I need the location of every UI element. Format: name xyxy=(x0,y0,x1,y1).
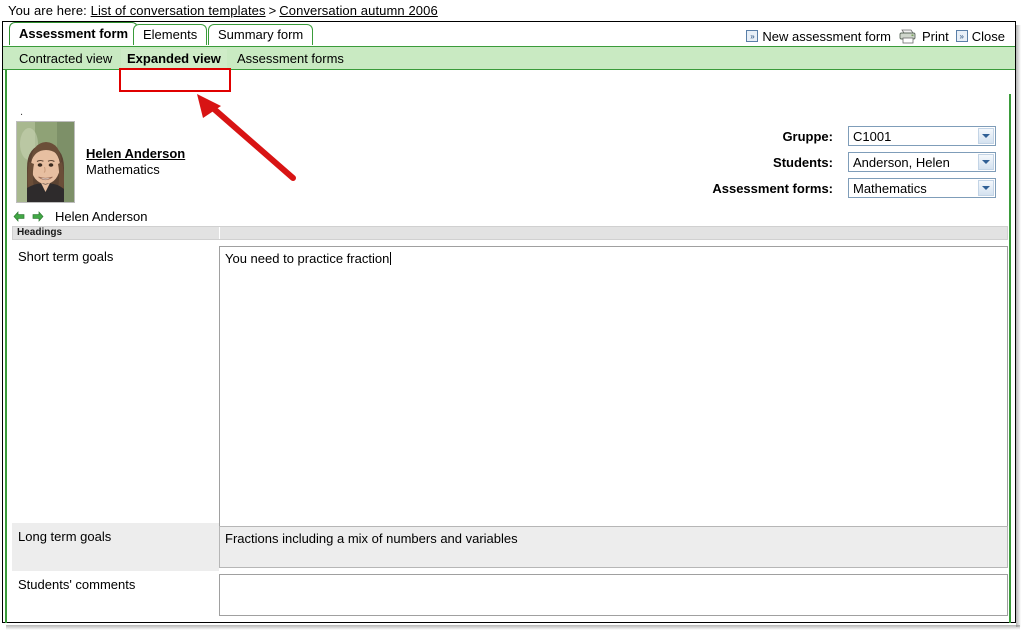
row-label-long-term-goals: Long term goals xyxy=(12,523,219,571)
text-caret xyxy=(390,252,392,265)
column-divider xyxy=(219,227,220,239)
close-button[interactable]: » Close xyxy=(955,28,1005,44)
right-accent-line xyxy=(1009,94,1011,623)
print-label: Print xyxy=(922,28,949,44)
table-header-bar: Headings xyxy=(12,226,1008,240)
short-term-goals-value: You need to practice fraction xyxy=(225,251,390,266)
tab-summary-form[interactable]: Summary form xyxy=(208,24,314,45)
chevron-double-right-icon: » xyxy=(746,30,759,42)
breadcrumb-prefix: You are here: xyxy=(8,3,87,18)
main-window: Assessment form Elements Summary form » … xyxy=(2,21,1016,623)
students-label: Students: xyxy=(773,155,833,170)
application-root: You are here: List of conversation templ… xyxy=(0,0,1024,632)
window-shadow-right xyxy=(1016,25,1021,627)
action-bar: » New assessment form Print » Close xyxy=(746,26,1005,46)
students-comments-textarea[interactable] xyxy=(219,574,1008,616)
gruppe-select[interactable]: C1001 xyxy=(848,126,996,146)
breadcrumb-link-templates[interactable]: List of conversation templates xyxy=(91,3,266,18)
student-subject: Mathematics xyxy=(86,162,160,177)
tab-elements[interactable]: Elements xyxy=(133,24,208,45)
sub-navigation-bar: Contracted view Expanded view Assessment… xyxy=(3,46,1015,70)
gruppe-label: Gruppe: xyxy=(782,129,833,144)
close-label: Close xyxy=(971,28,1005,44)
assessment-forms-select[interactable]: Mathematics xyxy=(848,178,996,198)
annotation-highlight-box xyxy=(119,68,231,92)
subnav-item-expanded-view[interactable]: Expanded view xyxy=(121,49,227,68)
new-assessment-form-label: New assessment form xyxy=(762,28,892,44)
student-name-link[interactable]: Helen Anderson xyxy=(86,146,185,161)
print-button[interactable]: Print xyxy=(898,29,949,44)
subnav-item-assessment-forms[interactable]: Assessment forms xyxy=(231,49,350,68)
assessment-forms-value: Mathematics xyxy=(853,181,927,196)
row-label-short-term-goals: Short term goals xyxy=(18,249,114,264)
gruppe-value: C1001 xyxy=(853,129,892,144)
student-dot: . xyxy=(20,106,24,118)
breadcrumb-link-conversation[interactable]: Conversation autumn 2006 xyxy=(279,3,438,18)
annotation-arrow-icon xyxy=(197,94,296,181)
short-term-goals-textarea[interactable]: You need to practice fraction xyxy=(219,246,1008,540)
tab-assessment-form[interactable]: Assessment form xyxy=(9,22,139,45)
chevron-double-right-icon: » xyxy=(955,30,968,42)
chevron-down-icon[interactable] xyxy=(978,180,994,196)
students-value: Anderson, Helen xyxy=(853,155,950,170)
arrow-left-icon[interactable] xyxy=(13,210,26,223)
pager-current-student: Helen Anderson xyxy=(55,209,148,224)
long-term-goals-field: Fractions including a mix of numbers and… xyxy=(219,526,1008,568)
left-accent-line xyxy=(5,70,7,623)
avatar xyxy=(16,121,75,203)
subnav-item-contracted-view[interactable]: Contracted view xyxy=(13,49,118,68)
printer-icon xyxy=(898,29,918,44)
chevron-down-icon[interactable] xyxy=(978,154,994,170)
window-shadow-bottom xyxy=(6,625,1020,630)
student-pager: Helen Anderson xyxy=(13,208,148,225)
breadcrumb: You are here: List of conversation templ… xyxy=(8,3,438,18)
row-label-students-comments: Students' comments xyxy=(18,577,136,592)
column-header-headings: Headings xyxy=(17,227,63,238)
arrow-right-icon[interactable] xyxy=(31,210,44,223)
new-assessment-form-button[interactable]: » New assessment form xyxy=(746,29,891,44)
long-term-goals-value: Fractions including a mix of numbers and… xyxy=(225,531,518,546)
students-select[interactable]: Anderson, Helen xyxy=(848,152,996,172)
assessment-forms-label: Assessment forms: xyxy=(712,181,833,196)
breadcrumb-separator: > xyxy=(268,3,277,18)
chevron-down-icon[interactable] xyxy=(978,128,994,144)
